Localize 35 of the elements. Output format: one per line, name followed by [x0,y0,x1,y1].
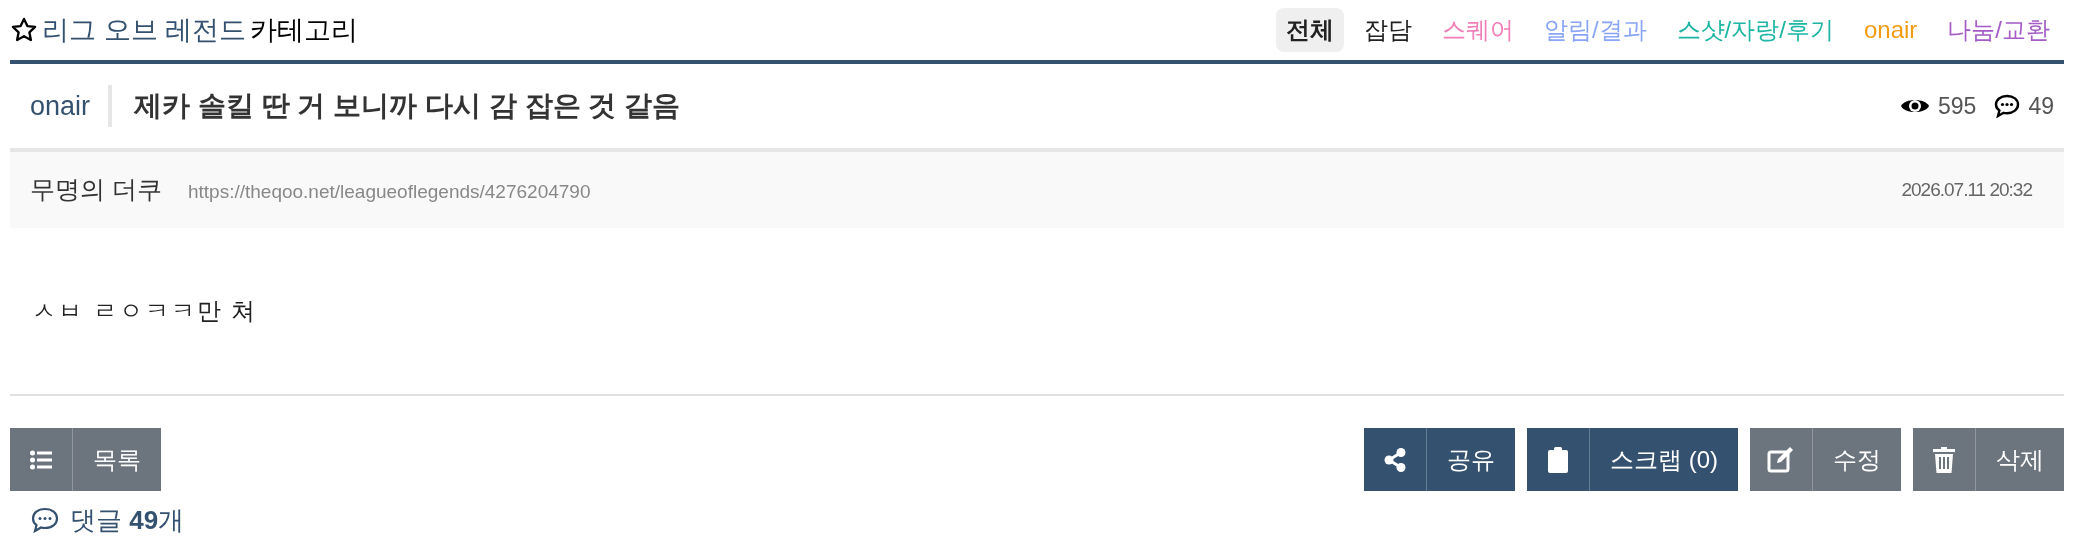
post-category[interactable]: onair [10,85,113,127]
edit-icon-button[interactable] [1750,428,1813,491]
edit-icon [1767,446,1795,473]
trash-icon-button[interactable] [1913,428,1976,491]
action-button[interactable]: 수정 [1813,428,1901,491]
list-icon [30,449,52,470]
clipboard-icon [1548,446,1568,473]
post-date: 2026.07.11 20:32 [1901,177,2033,202]
post-body: ㅅㅂ ㄹㅇㅋㅋ만 쳐 [31,296,258,326]
action-button[interactable]: 공유 [1427,428,1515,491]
board-title[interactable]: 리그 오브 레전드 [42,9,246,51]
action-button[interactable]: 삭제 [1976,428,2064,491]
category-tab[interactable]: 잡담 [1353,8,1422,52]
comment-count: 49 [2028,91,2054,121]
category-tab[interactable]: 알림/결과 [1533,8,1657,52]
view-count: 595 [1938,91,1977,121]
category-tab[interactable]: 나눔/교환 [1937,8,2060,52]
trash-icon [1933,446,1955,473]
category-tab[interactable]: 전체 [1275,8,1344,52]
action-button[interactable]: 스크랩 (0) [1590,428,1738,491]
share-icon [1384,447,1406,472]
comment-icon [30,506,60,534]
share-icon-button[interactable] [1364,428,1427,491]
author-name: 무명의 더쿠 [30,174,162,206]
category-tab[interactable]: 스퀘어 [1431,8,1524,52]
board-title-suffix: 카테고리 [250,13,358,47]
comment-icon [1994,94,2021,118]
category-tab[interactable]: 스샷/자랑/후기 [1666,8,1844,52]
clipboard-icon-button[interactable] [1527,428,1590,491]
list-icon-button[interactable] [10,428,73,491]
action-button[interactable]: 목록 [73,428,161,491]
star-icon[interactable] [10,16,38,44]
post-url[interactable]: https://theqoo.net/leagueoflegends/4276204790 [187,178,591,207]
post-title: 제카 솔킬 딴 거 보니까 다시 감 잡은 것 같음 [133,89,681,123]
comments-heading: 댓글 49개 [70,505,185,535]
